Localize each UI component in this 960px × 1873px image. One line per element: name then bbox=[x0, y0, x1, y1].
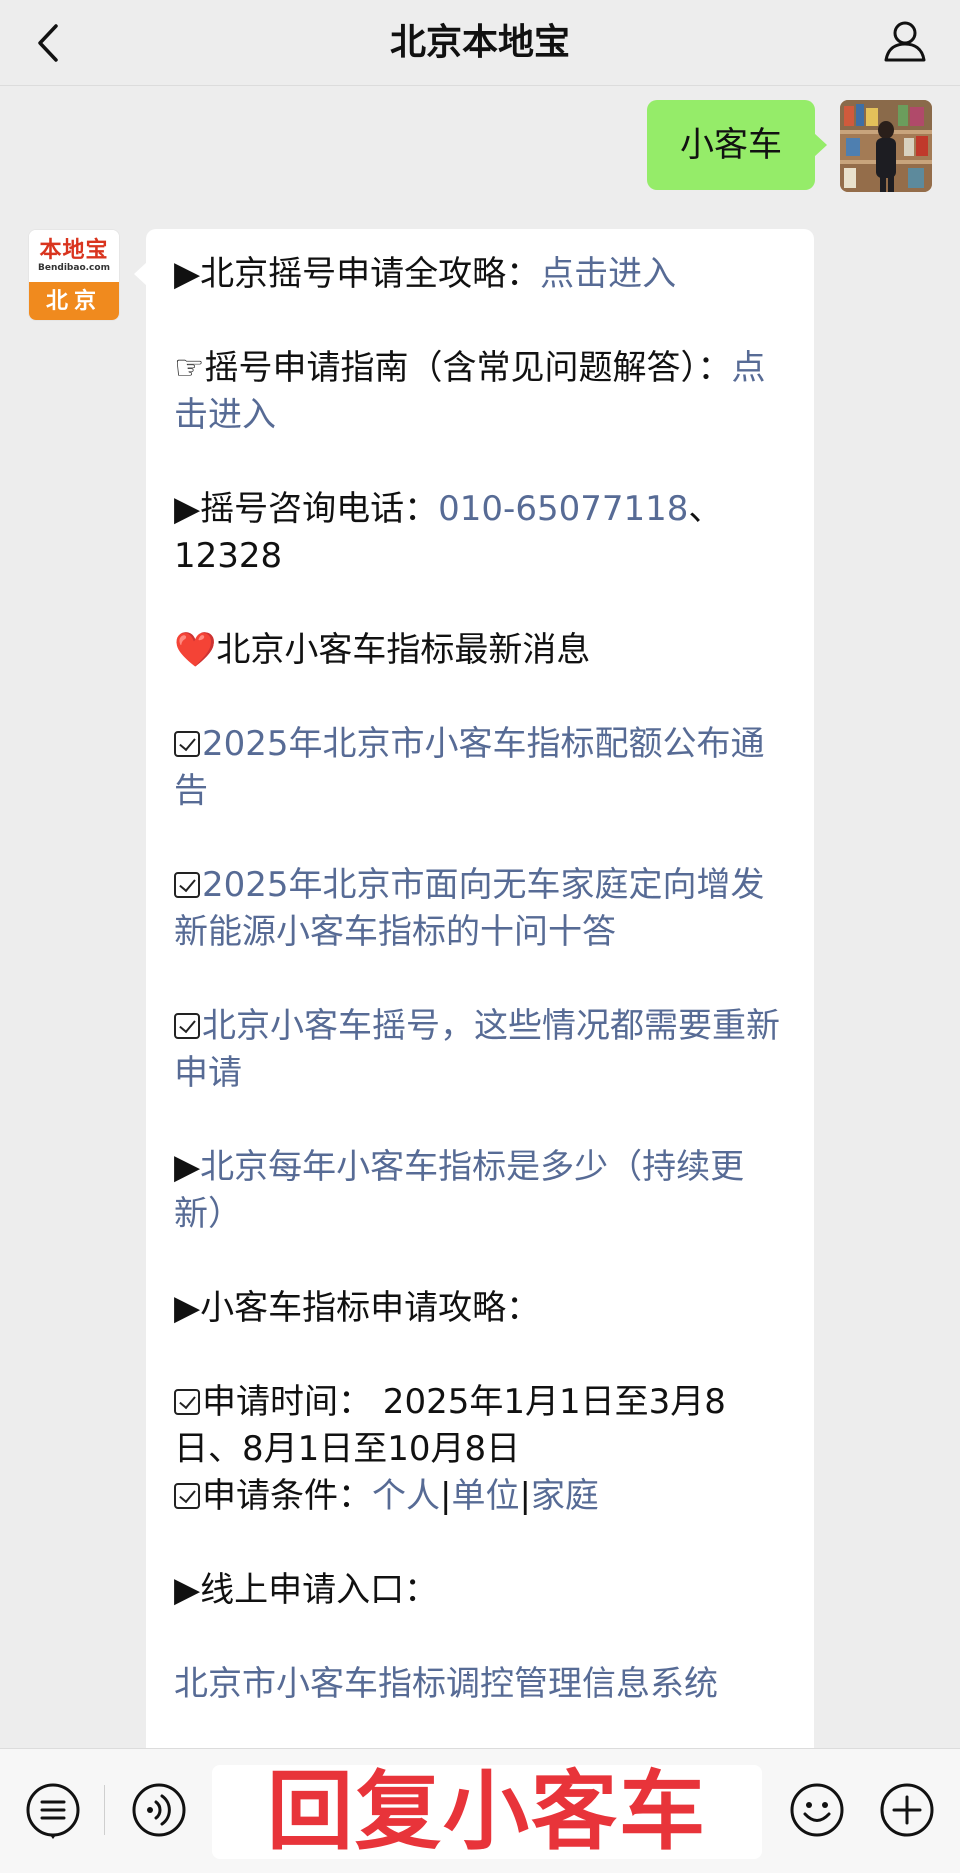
message-paragraph: ▶摇号咨询电话：010-65077118、 12328 bbox=[174, 486, 792, 580]
separator-text: | bbox=[440, 1476, 452, 1516]
voice-icon bbox=[132, 1783, 186, 1837]
message-paragraph: ▶线上申请入口： bbox=[174, 1570, 439, 1610]
voice-button[interactable] bbox=[130, 1781, 188, 1839]
message-paragraph: 北京市小客车指标调控管理信息系统 bbox=[174, 1661, 792, 1708]
avatar-logo-text: 本地宝 bbox=[39, 237, 109, 263]
message-paragraph: ▶北京摇号申请全攻略：点击进入 bbox=[174, 251, 792, 298]
message-paragraph: 申请时间： 2025年1月1日至3月8日、8月1日至10月8日 bbox=[174, 1379, 792, 1473]
plus-icon bbox=[880, 1783, 934, 1837]
person-icon bbox=[884, 21, 926, 62]
link-unit[interactable]: 单位 bbox=[451, 1476, 519, 1516]
bottom-input-bar: 回复小客车 bbox=[0, 1748, 960, 1873]
emoji-icon bbox=[790, 1783, 844, 1837]
link-guide[interactable]: 点击进入 bbox=[540, 254, 676, 294]
official-account-avatar[interactable]: 本地宝 Bendibao.com 北京 bbox=[28, 229, 120, 321]
phone-link[interactable]: 010-65077118 bbox=[438, 489, 688, 529]
checkbox-icon bbox=[174, 731, 200, 757]
label-text: ☞摇号申请指南（含常见问题解答）： bbox=[174, 348, 732, 388]
incoming-message: ▶北京摇号申请全攻略：点击进入 ☞摇号申请指南（含常见问题解答）：点击进入 ▶摇… bbox=[134, 229, 814, 1789]
label-text: 申请条件： bbox=[202, 1476, 372, 1516]
top-bar: 北京本地宝 bbox=[0, 0, 960, 86]
link-reapply[interactable]: 北京小客车摇号，这些情况都需要重新申请 bbox=[174, 1006, 780, 1093]
separator-text: | bbox=[519, 1476, 531, 1516]
message-paragraph: 申请条件：个人|单位|家庭 bbox=[174, 1473, 792, 1520]
overlay-caption: 回复小客车 bbox=[267, 1765, 707, 1859]
separator-text: 、 bbox=[688, 489, 723, 529]
link-annual-quota[interactable]: 北京每年小客车指标是多少（持续更新） bbox=[174, 1147, 744, 1234]
chat-title: 北京本地宝 bbox=[389, 22, 570, 63]
message-paragraph: ▶小客车指标申请攻略： bbox=[174, 1288, 541, 1328]
user-avatar[interactable] bbox=[840, 100, 932, 192]
outgoing-message[interactable]: 小客车 bbox=[647, 100, 827, 190]
label-text: ▶北京摇号申请全攻略： bbox=[174, 254, 541, 294]
bookshelf-photo bbox=[840, 100, 932, 192]
message-input[interactable]: 回复小客车 bbox=[212, 1765, 762, 1859]
checkbox-icon bbox=[174, 1013, 200, 1039]
message-paragraph: 北京小客车摇号，这些情况都需要重新申请 bbox=[174, 1003, 792, 1097]
checkbox-icon bbox=[174, 872, 200, 898]
message-paragraph: ❤️北京小客车指标最新消息 bbox=[174, 627, 792, 674]
message-paragraph: ▶北京每年小客车指标是多少（持续更新） bbox=[174, 1144, 792, 1238]
divider bbox=[104, 1785, 105, 1835]
emoji-button[interactable] bbox=[788, 1781, 846, 1839]
link-qa[interactable]: 2025年北京市面向无车家庭定向增发新能源小客车指标的十问十答 bbox=[174, 865, 765, 952]
heart-icon: ❤️ bbox=[174, 630, 217, 670]
avatar-logo-sub: Bendibao.com bbox=[38, 263, 110, 273]
avatar-logo-area: 本地宝 Bendibao.com bbox=[29, 230, 119, 282]
label-text: ▶摇号咨询电话： bbox=[174, 489, 439, 529]
menu-list-icon bbox=[26, 1783, 80, 1839]
link-system[interactable]: 北京市小客车指标调控管理信息系统 bbox=[174, 1664, 718, 1704]
apply-time-text: 申请时间： 2025年1月1日至3月8日、8月1日至10月8日 bbox=[174, 1382, 726, 1469]
message-paragraph: ☞摇号申请指南（含常见问题解答）：点击进入 bbox=[174, 345, 792, 439]
checkbox-icon bbox=[174, 1389, 200, 1415]
more-button[interactable] bbox=[878, 1781, 936, 1839]
section-heading: 北京小客车指标最新消息 bbox=[216, 630, 591, 670]
message-paragraph: 2025年北京市小客车指标配额公布通告 bbox=[174, 721, 792, 815]
profile-button[interactable] bbox=[880, 16, 930, 66]
link-quota-notice[interactable]: 2025年北京市小客车指标配额公布通告 bbox=[174, 724, 765, 811]
link-personal[interactable]: 个人 bbox=[372, 1476, 440, 1516]
phone-number: 12328 bbox=[174, 536, 283, 576]
link-family[interactable]: 家庭 bbox=[531, 1476, 599, 1516]
menu-button[interactable] bbox=[24, 1781, 82, 1839]
message-paragraph: 2025年北京市面向无车家庭定向增发新能源小客车指标的十问十答 bbox=[174, 862, 792, 956]
avatar-city: 北京 bbox=[29, 282, 119, 320]
checkbox-icon bbox=[174, 1483, 200, 1509]
bullet-text: ▶ bbox=[174, 1147, 201, 1187]
